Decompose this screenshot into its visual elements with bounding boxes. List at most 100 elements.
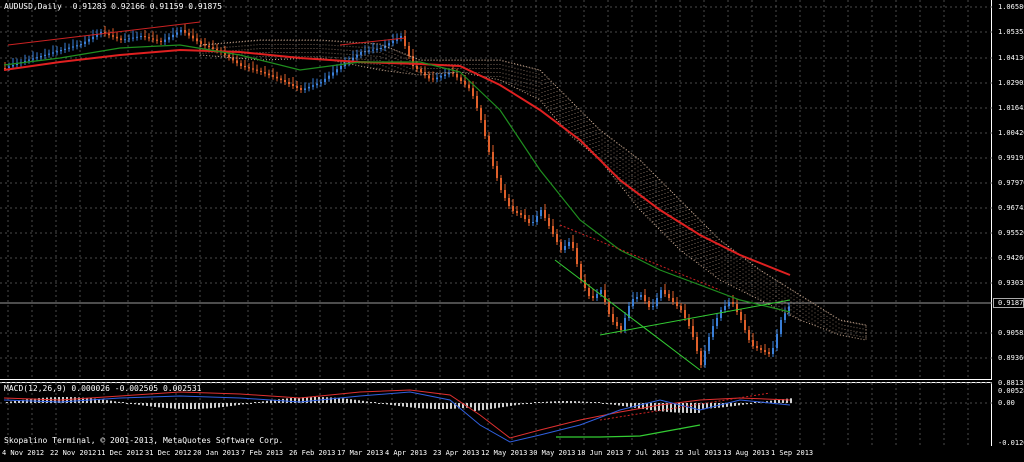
macd-histogram-bar <box>362 400 364 403</box>
macd-histogram-bar <box>422 403 424 409</box>
candle-body <box>600 290 602 294</box>
macd-histogram-bar <box>742 403 744 405</box>
macd-histogram-bar <box>194 403 196 409</box>
macd-histogram-bar <box>550 401 552 403</box>
time-tick-label: 22 Nov 2012 <box>50 449 97 457</box>
candle-body <box>668 294 670 298</box>
candle-body <box>44 54 46 56</box>
candle-body <box>300 88 302 90</box>
candle-body <box>612 314 614 322</box>
price-tick-label: 1.02905 <box>998 79 1024 87</box>
candle-body <box>576 248 578 264</box>
macd-histogram-bar <box>470 403 472 408</box>
macd-histogram-bar <box>258 402 260 403</box>
macd-histogram-bar <box>786 398 788 403</box>
price-tick-label: 0.99195 <box>998 154 1024 162</box>
candle-body <box>764 350 766 352</box>
macd-histogram-bar <box>570 401 572 403</box>
candle-body <box>76 45 78 47</box>
candle-body <box>196 38 198 42</box>
candle-body <box>188 32 190 36</box>
macd-histogram-bar <box>590 402 592 403</box>
candle-body <box>464 81 466 85</box>
candle-body <box>284 80 286 82</box>
chart-window[interactable]: AUDUSD,Daily 0.91283 0.92166 0.91159 0.9… <box>0 0 1024 462</box>
candle-body <box>632 299 634 306</box>
candle-body <box>636 297 638 299</box>
macd-histogram-bar <box>574 401 576 403</box>
macd-histogram-bar <box>90 398 92 403</box>
macd-histogram-bar <box>378 403 380 404</box>
macd-histogram-bar <box>774 400 776 403</box>
macd-histogram-bar <box>206 403 208 409</box>
macd-histogram-bar <box>406 403 408 407</box>
macd-histogram-bar <box>366 401 368 403</box>
macd-histogram-bar <box>482 403 484 410</box>
macd-histogram-bar <box>122 402 124 403</box>
macd-histogram-bar <box>202 403 204 409</box>
candle-body <box>736 304 738 312</box>
macd-histogram-bar <box>290 398 292 403</box>
candle-body <box>624 318 626 330</box>
candle-body <box>184 30 186 33</box>
macd-histogram-bar <box>566 401 568 403</box>
candle-body <box>696 337 698 351</box>
moving-average-mid <box>3 44 791 313</box>
macd-tick-label: 0.00 <box>998 399 1015 407</box>
macd-histogram-bar <box>246 403 248 404</box>
candle-body <box>260 70 262 72</box>
candle-body <box>524 215 526 219</box>
macd-histogram-bar <box>618 403 620 406</box>
macd-histogram-bar <box>606 403 608 404</box>
time-tick-label: 7 Jul 2013 <box>627 449 670 457</box>
candle-body <box>240 63 242 66</box>
candle-body <box>288 82 290 84</box>
candle-body <box>716 318 718 326</box>
candle-body <box>484 120 486 136</box>
macd-histogram-bar <box>670 403 672 413</box>
macd-histogram-bar <box>270 400 272 403</box>
macd-histogram-bar <box>46 397 48 403</box>
candle-body <box>268 73 270 76</box>
macd-histogram-bar <box>354 399 356 403</box>
candle-body <box>516 211 518 213</box>
candle-body <box>264 72 266 74</box>
time-tick-label: 7 Feb 2013 <box>241 449 284 457</box>
macd-histogram-bar <box>542 402 544 403</box>
candle-body <box>88 39 90 42</box>
price-tick-label: 0.93035 <box>998 279 1024 287</box>
macd-histogram-bar <box>402 403 404 407</box>
macd-histogram-bar <box>210 403 212 409</box>
candle-body <box>776 334 778 348</box>
macd-histogram-bar <box>474 403 476 411</box>
candle-body <box>296 86 298 88</box>
candle-body <box>80 44 82 46</box>
candle-body <box>428 75 430 79</box>
candle-body <box>596 294 598 298</box>
candle-body <box>252 68 254 70</box>
macd-histogram-bar <box>342 398 344 403</box>
macd-histogram-bar <box>634 403 636 408</box>
macd-histogram-bar <box>162 403 164 408</box>
candle-body <box>420 69 422 73</box>
candle-body <box>140 36 142 37</box>
candle-body <box>156 39 158 41</box>
candle-body <box>64 48 66 50</box>
current-price-marker: 0.91875 <box>993 298 1024 308</box>
candle-body <box>148 37 150 39</box>
candle-body <box>304 88 306 90</box>
candle-body <box>672 298 674 302</box>
candle-body <box>472 88 474 96</box>
macd-histogram-bar <box>418 403 420 409</box>
candle-body <box>544 210 546 218</box>
macd-histogram-bar <box>658 403 660 412</box>
candle-body <box>56 51 58 53</box>
macd-histogram-bar <box>10 401 12 403</box>
macd-histogram-bar <box>218 403 220 408</box>
candle-body <box>60 50 62 52</box>
candle-body <box>12 65 14 67</box>
candle-body <box>124 39 126 41</box>
candle-body <box>308 86 310 89</box>
time-tick-label: 1 Sep 2013 <box>771 449 814 457</box>
macd-histogram-bar <box>538 402 540 403</box>
